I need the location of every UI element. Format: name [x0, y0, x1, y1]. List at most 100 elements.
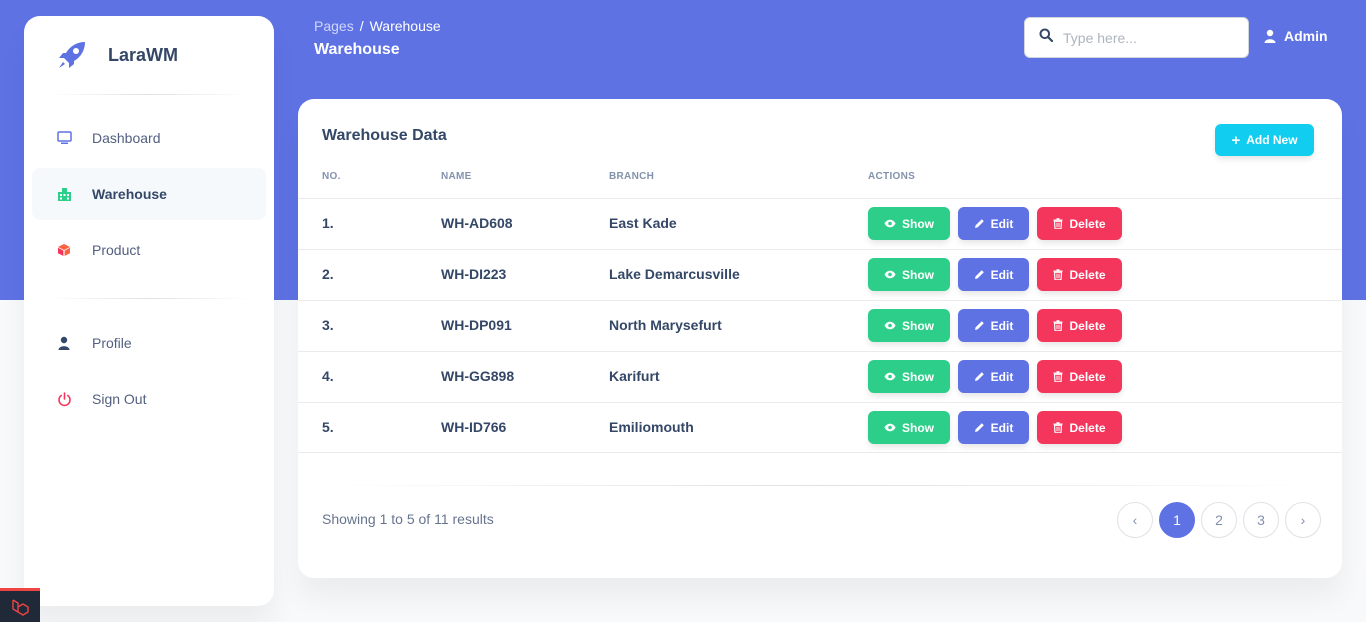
pagination: ‹ 1 2 3 ›	[1111, 502, 1321, 538]
show-button[interactable]: Show	[868, 258, 950, 291]
show-label: Show	[902, 267, 934, 282]
edit-button[interactable]: Edit	[958, 258, 1029, 291]
user-label: Admin	[1284, 28, 1328, 44]
delete-label: Delete	[1069, 369, 1106, 384]
table-row: 5. WH-ID766 Emiliomouth Show Edit Delete	[298, 402, 1342, 453]
sidebar-item-label: Product	[92, 242, 141, 258]
breadcrumb: Pages / Warehouse	[314, 18, 441, 34]
delete-button[interactable]: Delete	[1037, 360, 1122, 393]
row-actions: Show Edit Delete	[868, 411, 1130, 444]
pagination-page-2[interactable]: 2	[1201, 502, 1237, 538]
sidebar-item-profile[interactable]: Profile	[32, 317, 266, 369]
row-branch: Karifurt	[609, 368, 660, 384]
eye-icon	[884, 219, 896, 228]
sidebar-nav: Dashboard Warehouse Product	[24, 95, 274, 276]
row-actions: Show Edit Delete	[868, 258, 1130, 291]
delete-button[interactable]: Delete	[1037, 309, 1122, 342]
eye-icon	[884, 372, 896, 381]
column-header-actions: Actions	[868, 171, 916, 182]
row-name: WH-DI223	[441, 266, 507, 282]
row-branch: Lake Demarcusville	[609, 266, 740, 282]
brand[interactable]: LaraWM	[24, 16, 274, 94]
power-icon	[56, 391, 72, 407]
sidebar-item-product[interactable]: Product	[32, 224, 266, 276]
row-actions: Show Edit Delete	[868, 309, 1130, 342]
delete-label: Delete	[1069, 318, 1106, 333]
trash-icon	[1053, 371, 1063, 382]
pencil-icon	[974, 219, 984, 228]
show-label: Show	[902, 318, 934, 333]
show-button[interactable]: Show	[868, 411, 950, 444]
warehouse-card: Warehouse Data + Add New No. Name Branch…	[298, 99, 1342, 578]
show-button[interactable]: Show	[868, 360, 950, 393]
delete-button[interactable]: Delete	[1037, 207, 1122, 240]
sidebar-item-label: Profile	[92, 335, 132, 351]
table-row: 1. WH-AD608 East Kade Show Edit Delete	[298, 198, 1342, 249]
row-actions: Show Edit Delete	[868, 360, 1130, 393]
sidebar-item-dashboard[interactable]: Dashboard	[32, 112, 266, 164]
delete-button[interactable]: Delete	[1037, 411, 1122, 444]
eye-icon	[884, 321, 896, 330]
table-body: 1. WH-AD608 East Kade Show Edit Delete 2…	[298, 198, 1342, 453]
sidebar-item-label: Warehouse	[92, 186, 167, 202]
table-row: 2. WH-DI223 Lake Demarcusville Show Edit…	[298, 249, 1342, 300]
breadcrumb-current: Warehouse	[369, 18, 441, 34]
plus-icon: +	[1231, 131, 1241, 149]
results-summary: Showing 1 to 5 of 11 results	[322, 511, 494, 527]
edit-button[interactable]: Edit	[958, 309, 1029, 342]
show-button[interactable]: Show	[868, 207, 950, 240]
edit-label: Edit	[990, 318, 1014, 333]
laravel-logo-icon[interactable]	[0, 588, 40, 622]
sidebar-item-label: Dashboard	[92, 130, 161, 146]
add-new-button[interactable]: + Add New	[1215, 124, 1314, 156]
show-label: Show	[902, 369, 934, 384]
table-row: 4. WH-GG898 Karifurt Show Edit Delete	[298, 351, 1342, 402]
pencil-icon	[974, 321, 984, 330]
row-number: 3.	[322, 317, 334, 333]
delete-button[interactable]: Delete	[1037, 258, 1122, 291]
show-label: Show	[902, 216, 934, 231]
edit-button[interactable]: Edit	[958, 360, 1029, 393]
pencil-icon	[974, 270, 984, 279]
edit-label: Edit	[990, 216, 1014, 231]
pencil-icon	[974, 372, 984, 381]
trash-icon	[1053, 422, 1063, 433]
card-title: Warehouse Data	[322, 127, 447, 144]
sidebar-item-sign-out[interactable]: Sign Out	[32, 373, 266, 425]
edit-button[interactable]: Edit	[958, 411, 1029, 444]
edit-button[interactable]: Edit	[958, 207, 1029, 240]
row-branch: East Kade	[609, 215, 677, 231]
search-box[interactable]	[1024, 17, 1249, 58]
search-input[interactable]	[1063, 29, 1233, 46]
page-title: Warehouse	[314, 41, 400, 58]
pagination-page-1[interactable]: 1	[1159, 502, 1195, 538]
row-branch: Emiliomouth	[609, 419, 694, 435]
delete-label: Delete	[1069, 420, 1106, 435]
column-header-name: Name	[441, 171, 472, 182]
row-name: WH-DP091	[441, 317, 512, 333]
user-menu[interactable]: Admin	[1264, 28, 1328, 44]
show-button[interactable]: Show	[868, 309, 950, 342]
eye-icon	[884, 423, 896, 432]
row-number: 5.	[322, 419, 334, 435]
sidebar: LaraWM Dashboard Warehouse Product Profi…	[24, 16, 274, 606]
row-number: 2.	[322, 266, 334, 282]
edit-label: Edit	[990, 420, 1014, 435]
breadcrumb-root[interactable]: Pages	[314, 18, 354, 34]
delete-label: Delete	[1069, 216, 1106, 231]
pagination-page-3[interactable]: 3	[1243, 502, 1279, 538]
user-icon	[56, 335, 72, 351]
pagination-prev-button[interactable]: ‹	[1117, 502, 1153, 538]
row-name: WH-ID766	[441, 419, 507, 435]
trash-icon	[1053, 218, 1063, 229]
sidebar-item-warehouse[interactable]: Warehouse	[32, 168, 266, 220]
edit-label: Edit	[990, 369, 1014, 384]
row-number: 1.	[322, 215, 334, 231]
row-name: WH-GG898	[441, 368, 515, 384]
brand-name: LaraWM	[108, 44, 179, 65]
column-header-branch: Branch	[609, 171, 655, 182]
pagination-next-button[interactable]: ›	[1285, 502, 1321, 538]
breadcrumb-separator: /	[359, 18, 364, 34]
sidebar-account-nav: Profile Sign Out	[24, 299, 274, 425]
trash-icon	[1053, 320, 1063, 331]
